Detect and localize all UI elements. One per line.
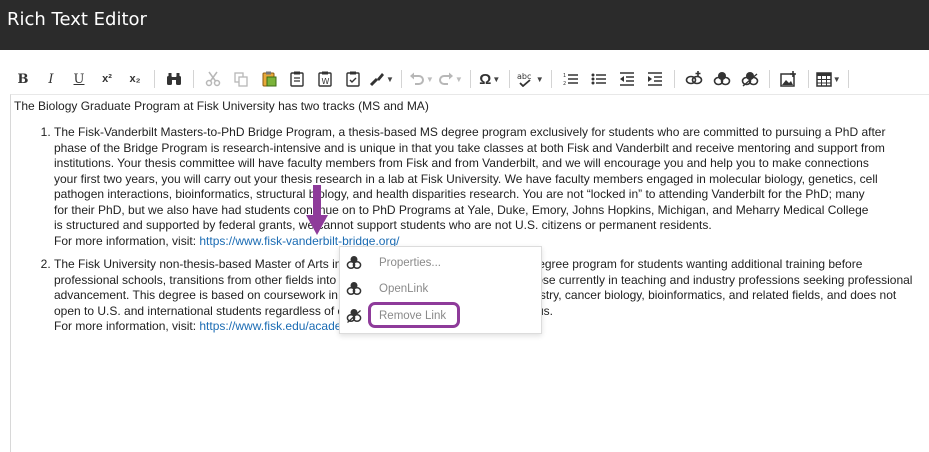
add-link-icon — [685, 71, 702, 85]
omega-icon: Ω — [479, 70, 492, 88]
numbered-list-icon: 12 — [563, 73, 578, 86]
paste-text-button[interactable] — [285, 67, 309, 91]
toolbar-separator — [193, 70, 194, 88]
redo-button[interactable]: ▼ — [438, 67, 463, 91]
table-button[interactable]: ▼ — [815, 67, 841, 91]
svg-text:1: 1 — [563, 73, 566, 79]
toolbar-separator — [768, 70, 770, 88]
indent-button[interactable] — [643, 67, 667, 91]
find-button[interactable] — [162, 67, 186, 91]
format-painter-button[interactable]: ▼ — [369, 67, 394, 91]
cut-button[interactable] — [201, 67, 225, 91]
toolbar-separator — [847, 70, 849, 88]
copy-icon — [233, 71, 248, 87]
insert-link-button[interactable] — [682, 67, 706, 91]
unlink-icon — [741, 72, 758, 87]
numbered-list-button[interactable]: 12 — [559, 67, 583, 91]
clipboard-word-icon: W — [318, 71, 332, 87]
list-item: The Fisk-Vanderbilt Masters-to-PhD Bridg… — [54, 125, 929, 249]
unlink-icon — [346, 309, 362, 323]
list-item-line: your first two years, you will carry out… — [54, 171, 878, 186]
more-info-prefix: For more information, visit: — [54, 233, 200, 248]
intro-paragraph: The Biology Graduate Program at Fisk Uni… — [14, 99, 429, 113]
link-button[interactable] — [710, 67, 734, 91]
title-gap — [0, 50, 929, 64]
clipboard-check-icon — [346, 71, 360, 87]
redo-icon — [438, 72, 453, 85]
table-icon — [815, 71, 832, 87]
menu-item-openlink[interactable]: OpenLink — [340, 276, 541, 302]
list-item-line: pathogen interactions, bioinformatics, s… — [54, 187, 865, 201]
toolbar-separator — [400, 70, 402, 88]
italic-button[interactable]: I — [39, 67, 63, 91]
toolbar-separator — [508, 70, 510, 88]
superscript-button[interactable]: x² — [95, 67, 119, 91]
editor-toolbar: B I U x² x₂ W ▼ ▼ ▼ Ω ▼ abc ▼ 12 ▼ — [9, 64, 929, 94]
annotation-highlight — [368, 302, 460, 328]
list-item-line: The Fisk-Vanderbilt Masters-to-PhD Bridg… — [54, 125, 886, 139]
clipboard-icon — [290, 71, 304, 87]
undo-button[interactable]: ▼ — [409, 67, 434, 91]
annotation-arrow-icon — [306, 185, 328, 235]
bullet-list-icon — [591, 73, 606, 85]
menu-item-label: Properties... — [379, 257, 441, 269]
unlink-button[interactable] — [738, 67, 762, 91]
list-item-line: is structured and supported by federal g… — [54, 218, 712, 232]
window-title: Rich Text Editor — [7, 9, 147, 30]
brush-icon — [369, 73, 384, 87]
list-item-line: phase of the Bridge Program is research-… — [54, 140, 885, 155]
copy-button[interactable] — [229, 67, 253, 91]
subscript-button[interactable]: x₂ — [123, 67, 147, 91]
image-icon — [780, 71, 797, 87]
indent-icon — [647, 72, 662, 86]
outdent-button[interactable] — [615, 67, 639, 91]
title-bar: Rich Text Editor — [0, 0, 929, 50]
link-icon — [346, 282, 362, 295]
menu-item-properties[interactable]: Properties... — [340, 250, 541, 276]
svg-text:2: 2 — [563, 81, 566, 86]
toolbar-separator — [550, 70, 552, 88]
paste-icon — [262, 71, 276, 87]
special-char-button[interactable]: Ω ▼ — [478, 67, 502, 91]
paste-button[interactable] — [257, 67, 281, 91]
list-item-line: institutions. Your thesis committee will… — [54, 156, 869, 170]
svg-text:W: W — [322, 77, 330, 86]
spellcheck-button[interactable]: abc ▼ — [517, 67, 544, 91]
paste-word-button[interactable]: W — [313, 67, 337, 91]
more-info-prefix: For more information, visit: — [54, 319, 200, 333]
insert-image-button[interactable] — [777, 67, 801, 91]
undo-icon — [409, 72, 424, 85]
toolbar-separator — [469, 70, 471, 88]
list-item-line: for their PhD, but we also have had stud… — [54, 202, 869, 217]
toolbar-separator — [807, 70, 809, 88]
bullet-list-button[interactable] — [587, 67, 611, 91]
paste-html-button[interactable] — [341, 67, 365, 91]
link-icon — [346, 256, 362, 269]
link-icon — [713, 72, 730, 86]
menu-item-label: OpenLink — [379, 283, 429, 295]
spellcheck-icon: abc — [517, 72, 531, 87]
binoculars-icon — [167, 73, 181, 85]
outdent-icon — [619, 72, 634, 86]
underline-button[interactable]: U — [67, 67, 91, 91]
toolbar-separator — [154, 70, 155, 88]
toolbar-separator — [673, 70, 675, 88]
bold-button[interactable]: B — [11, 67, 35, 91]
scissors-icon — [205, 71, 221, 87]
